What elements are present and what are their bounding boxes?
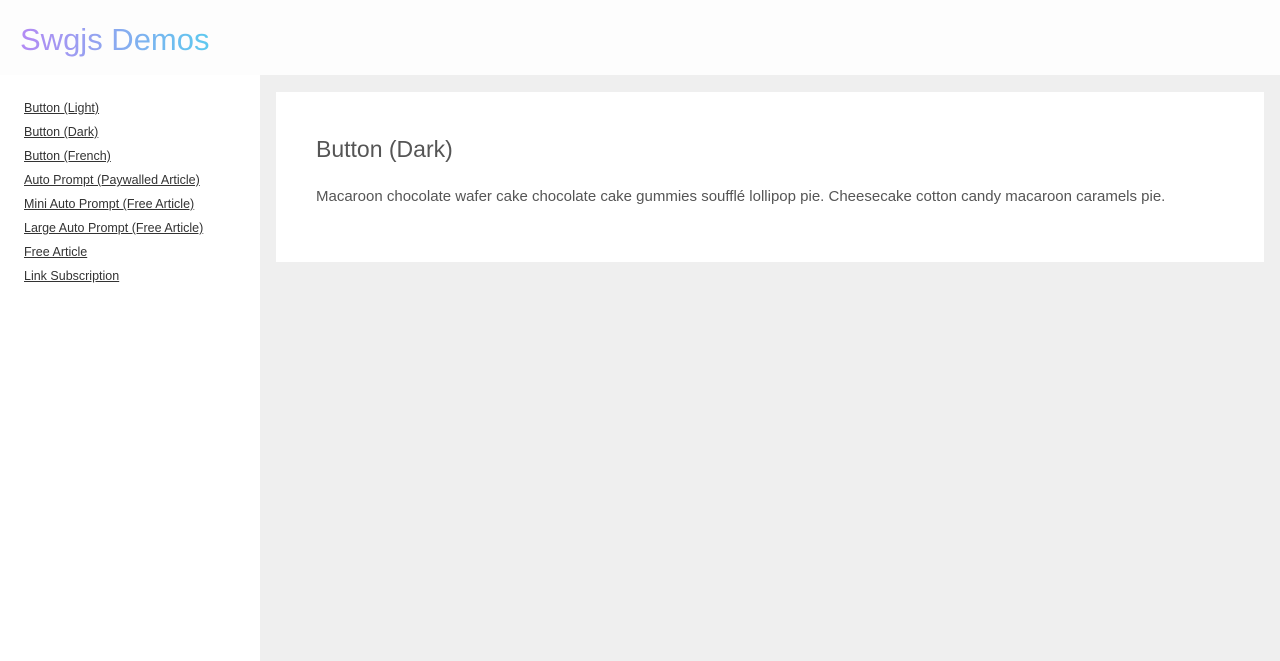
sidebar-link-auto-prompt-paywalled[interactable]: Auto Prompt (Paywalled Article) — [24, 173, 200, 187]
sidebar-link-link-subscription[interactable]: Link Subscription — [24, 269, 119, 283]
site-title[interactable]: Swgjs Demos — [20, 19, 210, 61]
sidebar-item-button-french: Button (French) — [24, 145, 203, 169]
sidebar-link-button-dark[interactable]: Button (Dark) — [24, 125, 98, 139]
sidebar-item-mini-auto-prompt: Mini Auto Prompt (Free Article) — [24, 193, 203, 217]
sidebar-link-mini-auto-prompt[interactable]: Mini Auto Prompt (Free Article) — [24, 197, 194, 211]
sidebar-nav: Button (Light) Button (Dark) Button (Fre… — [24, 97, 203, 289]
sidebar-item-link-subscription: Link Subscription — [24, 265, 203, 289]
sidebar-link-free-article[interactable]: Free Article — [24, 245, 87, 259]
article-text: Macaroon chocolate wafer cake chocolate … — [316, 188, 1166, 205]
main-content: Button (Dark) Macaroon chocolate wafer c… — [260, 75, 1280, 661]
sidebar-item-free-article: Free Article — [24, 241, 203, 265]
page-header: Swgjs Demos — [0, 0, 1280, 75]
demo-card: Button (Dark) Macaroon chocolate wafer c… — [276, 92, 1264, 262]
sidebar-item-button-dark: Button (Dark) — [24, 121, 203, 145]
sidebar: Button (Light) Button (Dark) Button (Fre… — [0, 75, 260, 661]
sidebar-link-button-french[interactable]: Button (French) — [24, 149, 111, 163]
sidebar-item-auto-prompt-paywalled: Auto Prompt (Paywalled Article) — [24, 169, 203, 193]
sidebar-item-button-light: Button (Light) — [24, 97, 203, 121]
sidebar-link-button-light[interactable]: Button (Light) — [24, 101, 99, 115]
page-title: Button (Dark) — [316, 136, 453, 162]
sidebar-link-large-auto-prompt[interactable]: Large Auto Prompt (Free Article) — [24, 221, 203, 235]
sidebar-item-large-auto-prompt: Large Auto Prompt (Free Article) — [24, 217, 203, 241]
